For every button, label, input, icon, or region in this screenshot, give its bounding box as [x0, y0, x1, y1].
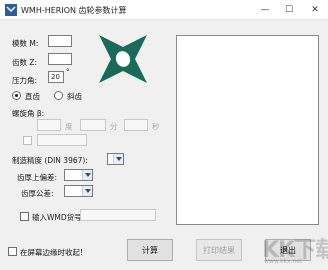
calculate-button[interactable]: 计算 [127, 239, 173, 261]
chevron-down-icon [82, 170, 92, 180]
edge-collapse-label: 在屏幕边缘时收起! [20, 248, 84, 257]
spur-radio[interactable] [12, 91, 21, 100]
watermark-url: www.kkx.net [264, 258, 303, 265]
tolerance-select[interactable] [64, 185, 93, 197]
results-listbox[interactable] [176, 35, 319, 225]
teeth-label: 齿数 Z: [12, 58, 38, 67]
app-icon [5, 4, 17, 16]
window-title: WMH-HERION 齿轮参数计算 [21, 6, 127, 15]
wmd-checkbox[interactable] [20, 212, 29, 221]
upper-deviation-label: 齿厚上偏差: [17, 173, 58, 182]
maximize-button[interactable]: ☐ [278, 0, 300, 20]
module-input[interactable] [48, 35, 72, 47]
wmd-label: 输入WMD货号 [32, 213, 82, 222]
wmd-input[interactable] [80, 209, 156, 221]
tolerance-label: 齿厚公差: [21, 189, 54, 198]
second-unit: 秒 [152, 122, 160, 131]
chevron-down-icon [82, 186, 92, 196]
edge-collapse-checkbox[interactable] [8, 247, 17, 256]
print-results-button[interactable]: 打印结果 [196, 239, 242, 261]
teeth-input[interactable] [48, 53, 72, 65]
upper-deviation-select[interactable] [64, 169, 93, 181]
gear-logo-icon [99, 35, 147, 83]
title-bar: WMH-HERION 齿轮参数计算 — ☐ ✕ [0, 0, 328, 20]
minute-unit: 分 [110, 122, 118, 131]
precision-label: 制造精度 (DIN 3967): [12, 156, 88, 165]
helical-radio[interactable] [54, 91, 63, 100]
chevron-down-icon [113, 154, 123, 164]
helix-degree-input[interactable] [37, 119, 61, 131]
helical-label: 斜齿 [67, 92, 82, 101]
degree-mark: ° [66, 68, 70, 76]
helix-second-input[interactable] [124, 119, 148, 131]
pressure-angle-label: 压力角: [12, 76, 38, 85]
helix-checkbox[interactable] [23, 136, 32, 145]
helix-minute-input[interactable] [80, 119, 106, 131]
pressure-angle-input[interactable]: 20 [48, 71, 64, 83]
minimize-button[interactable]: — [254, 0, 276, 20]
spur-label: 直齿 [25, 92, 40, 101]
precision-select[interactable] [107, 153, 124, 165]
degree-unit: 度 [65, 122, 73, 131]
helix-extra-input[interactable] [37, 134, 87, 146]
module-label: 模数 M: [12, 39, 39, 48]
close-button[interactable]: ✕ [304, 0, 326, 20]
helix-angle-label: 螺旋角 β: [12, 109, 45, 118]
